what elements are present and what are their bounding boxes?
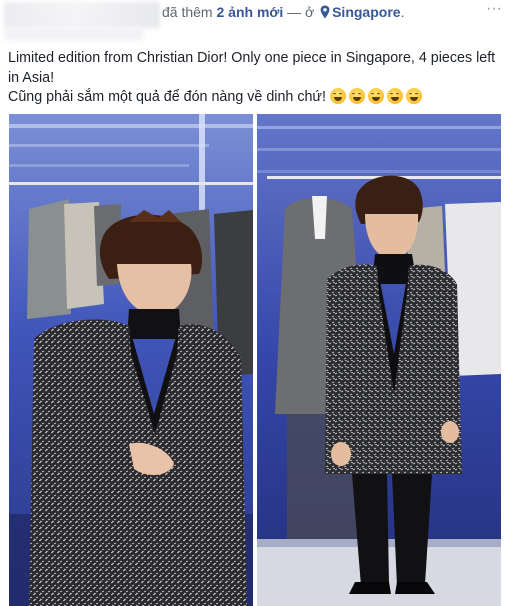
- author-name-blurred[interactable]: [4, 2, 160, 28]
- post-text: Limited edition from Christian Dior! Onl…: [8, 49, 498, 111]
- grinning-face-emoji-icon: [348, 88, 365, 104]
- post-line-1: Limited edition from Christian Dior! Onl…: [8, 50, 496, 86]
- activity-period: .: [400, 4, 405, 20]
- post-photo-1[interactable]: [9, 114, 253, 606]
- activity-prefix: đã thêm: [162, 4, 213, 20]
- post-line-2: Cũng phải sắm một quả để đón nàng về din…: [8, 89, 326, 105]
- location-link[interactable]: Singapore: [332, 4, 400, 20]
- photos-link[interactable]: 2 ảnh mới: [216, 4, 283, 20]
- post-activity-line: đã thêm 2 ảnh mới — ở Singapore.: [162, 4, 404, 20]
- post-timestamp-blurred[interactable]: [4, 28, 144, 40]
- grinning-face-emoji-icon: [405, 88, 422, 104]
- grinning-face-emoji-icon: [367, 88, 384, 104]
- location-pin-icon: [320, 5, 330, 19]
- grinning-face-emoji-icon: [386, 88, 403, 104]
- facebook-post: đã thêm 2 ảnh mới — ở Singapore. ··· Lim…: [0, 0, 509, 606]
- more-options-icon[interactable]: ···: [486, 1, 506, 17]
- location-separator: — ở: [287, 4, 315, 20]
- post-photo-2[interactable]: [257, 114, 501, 606]
- post-line-2-wrap: Cũng phải sắm một quả để đón nàng về din…: [8, 88, 498, 111]
- emoji-row: [329, 88, 425, 111]
- grinning-face-emoji-icon: [329, 88, 346, 104]
- post-header: đã thêm 2 ảnh mới — ở Singapore. ···: [0, 0, 509, 40]
